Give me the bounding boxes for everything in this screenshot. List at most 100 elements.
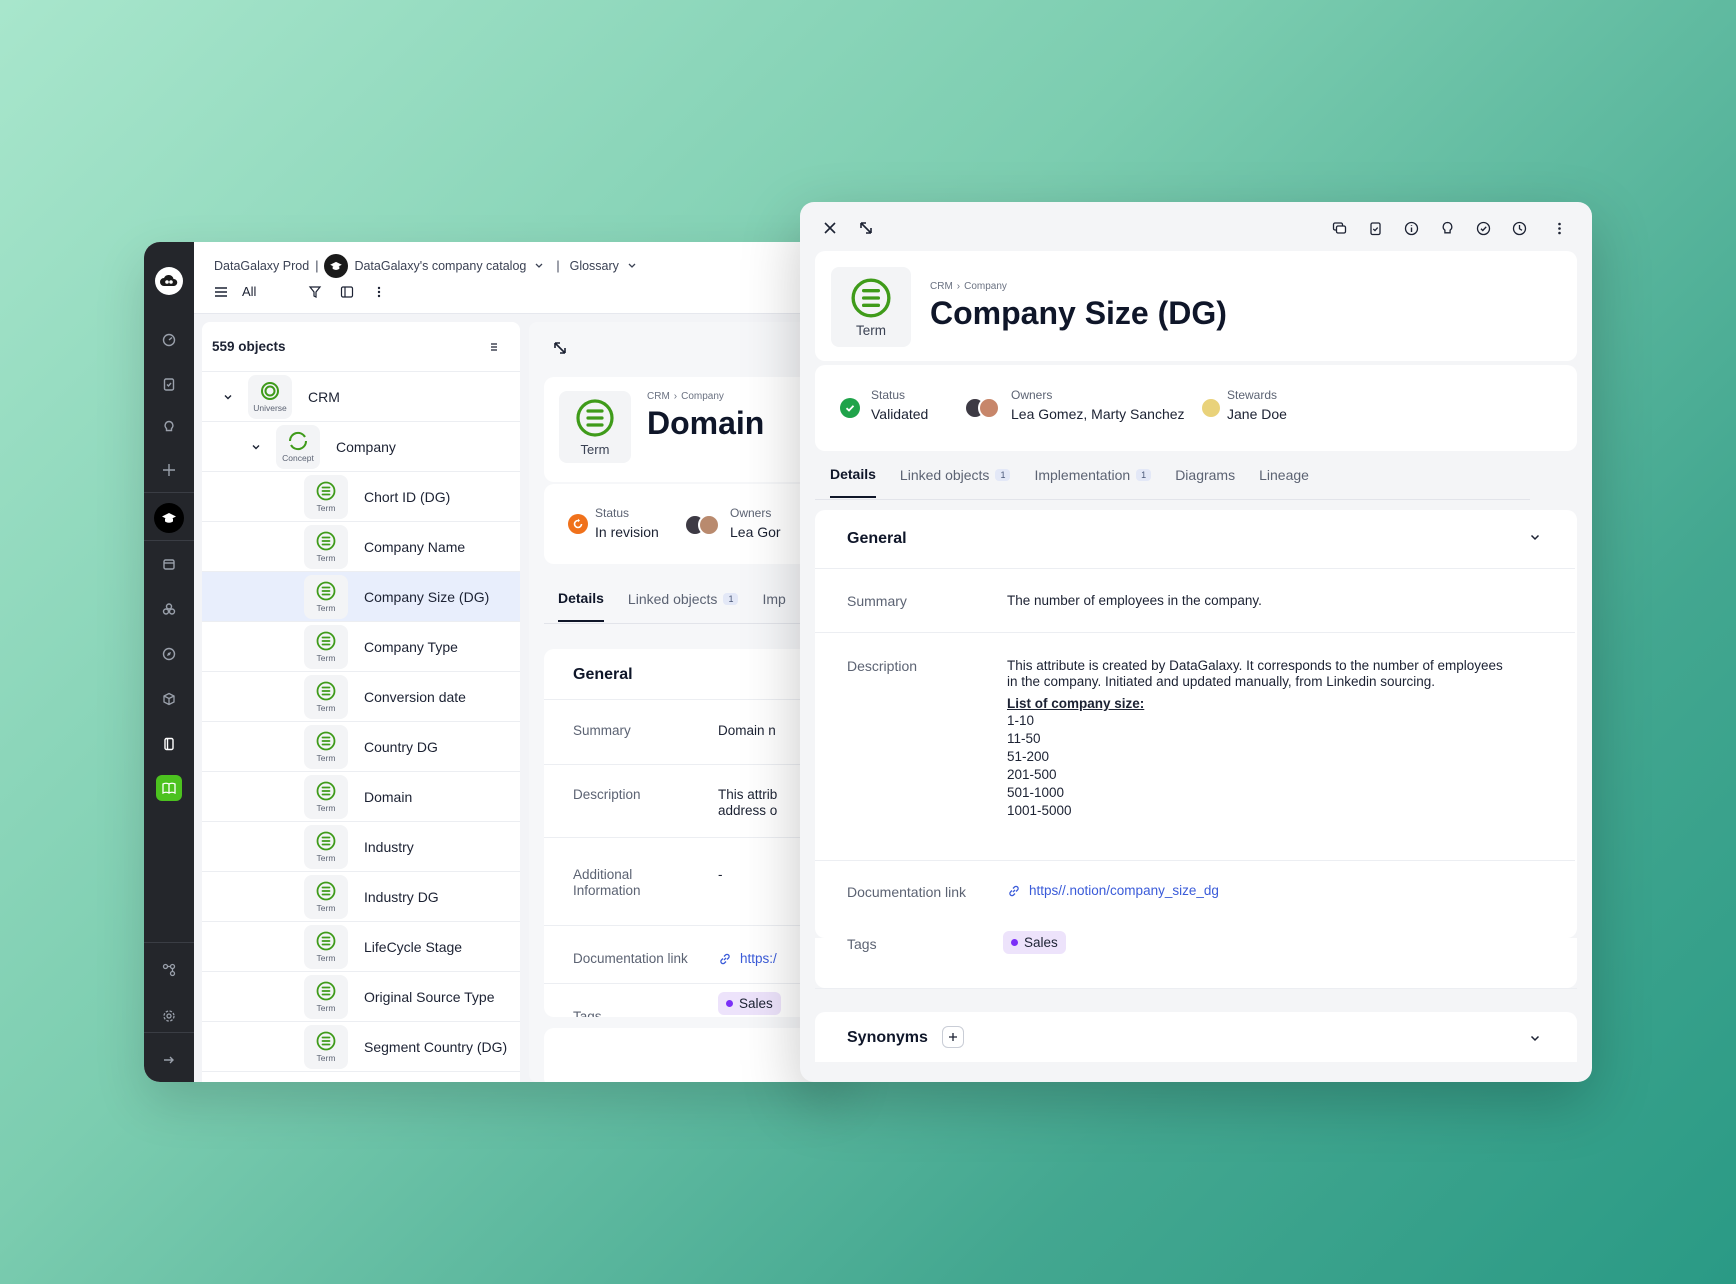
tab-details[interactable]: Details — [558, 590, 604, 622]
chevron-down-icon[interactable] — [250, 441, 262, 453]
logo-icon[interactable] — [155, 267, 183, 295]
doc-link[interactable]: https:/ — [718, 951, 777, 966]
description-value: This attrib address o — [718, 787, 777, 819]
check-icon[interactable] — [1471, 216, 1495, 240]
breadcrumb-company[interactable]: Company — [964, 281, 1007, 292]
page-title: Company Size (DG) — [930, 295, 1227, 331]
tree-row-term[interactable]: Term Chort ID (DG) — [202, 472, 520, 522]
tab-implementation[interactable]: Implementation 1 — [1034, 466, 1152, 498]
module-name[interactable]: Glossary — [570, 259, 619, 273]
menu-icon[interactable] — [214, 286, 228, 298]
back-header-card: Term CRM › Company Domain — [544, 377, 844, 482]
tag-chip[interactable]: Sales — [1003, 931, 1066, 954]
breadcrumb-crm[interactable]: CRM — [647, 391, 670, 402]
field-label: Documentation link — [847, 884, 967, 900]
breadcrumb-separator: | — [556, 259, 560, 273]
expand-icon[interactable] — [854, 216, 878, 240]
book-icon[interactable] — [157, 732, 181, 756]
toolbar: All — [214, 284, 386, 299]
tree-row-term[interactable]: Term Company Size (DG) — [202, 572, 520, 622]
catalog-icon[interactable] — [157, 552, 181, 576]
back-window: DataGalaxy Prod | DataGalaxy's company c… — [144, 242, 844, 1082]
summary-value: Domain n — [718, 723, 776, 738]
owner-avatars — [684, 514, 720, 536]
suggestion-icon[interactable] — [1435, 216, 1459, 240]
link-icon — [1009, 885, 1019, 897]
tree-row-term[interactable]: Term Company Type — [202, 622, 520, 672]
chevron-down-icon[interactable] — [1528, 1031, 1542, 1045]
chevron-down-icon[interactable] — [1528, 530, 1542, 544]
info-icon[interactable] — [1399, 216, 1423, 240]
tree-row-term[interactable]: Term Conversion date — [202, 672, 520, 722]
connector-icon[interactable] — [157, 958, 181, 982]
tag-dot — [726, 1000, 733, 1007]
term-type-label: Term — [856, 322, 886, 338]
task-icon[interactable] — [1363, 216, 1387, 240]
more-vertical-icon[interactable] — [372, 285, 386, 299]
glossary-icon[interactable] — [154, 503, 184, 533]
tab-linked-objects[interactable]: Linked objects 1 — [900, 466, 1011, 498]
chevron-down-icon[interactable] — [532, 261, 546, 271]
chevron-down-icon[interactable] — [222, 391, 234, 403]
tab-lineage[interactable]: Lineage — [1259, 466, 1309, 498]
tree-row-term[interactable]: Term Original Source Type — [202, 972, 520, 1022]
owners-label: Owners — [1011, 388, 1053, 402]
usage-icon[interactable] — [157, 597, 181, 621]
expand-icon[interactable] — [552, 340, 568, 356]
tree-row-term[interactable]: Term Industry DG — [202, 872, 520, 922]
compass-icon[interactable] — [157, 642, 181, 666]
green-book-icon[interactable] — [156, 775, 182, 801]
doc-link-text[interactable]: https//.notion/company_size_dg — [1029, 883, 1219, 899]
add-synonym-button[interactable] — [942, 1026, 964, 1048]
sort-icon[interactable] — [488, 341, 500, 353]
tree-row-label: Segment Country (DG) — [364, 1038, 508, 1055]
back-general-card: General Summary Domain n Description Thi… — [544, 649, 844, 1017]
size-list-item: 501-1000 — [1007, 785, 1065, 800]
more-icon[interactable] — [1547, 216, 1571, 240]
term-type-tile: Term — [831, 267, 911, 347]
tree-row-universe[interactable]: Universe CRM — [202, 372, 520, 422]
breadcrumb-company[interactable]: Company — [681, 391, 724, 402]
clipboard-icon[interactable] — [157, 372, 181, 396]
panel-icon[interactable] — [340, 285, 354, 299]
filter-icon[interactable] — [308, 285, 322, 299]
term-icon — [316, 681, 336, 700]
dashboard-icon[interactable] — [157, 328, 181, 352]
tree-row-term[interactable]: Term Industry — [202, 822, 520, 872]
size-list: 1-10 11-50 51-200 201-500 501-1000 1001-5000 — [1007, 712, 1547, 820]
tab-diagrams[interactable]: Diagrams — [1175, 466, 1235, 498]
tree-row-concept[interactable]: Concept Company — [202, 422, 520, 472]
filter-all[interactable]: All — [242, 284, 256, 299]
tree-row-term[interactable]: Term Segment Country (DG) — [202, 1022, 520, 1072]
term-icon — [316, 781, 336, 800]
close-icon[interactable] — [818, 216, 842, 240]
tree-row-term[interactable]: Term Domain — [202, 772, 520, 822]
settings-icon[interactable] — [157, 1004, 181, 1028]
plus-icon[interactable] — [157, 458, 181, 482]
tab-bar: Details Linked objects 1 Implementation 1 Dia… — [830, 466, 1309, 498]
tab-linked-objects[interactable]: Linked objects 1 — [628, 590, 739, 622]
tab-imp[interactable]: Imp — [762, 590, 785, 622]
catalog-name[interactable]: DataGalaxy's company catalog — [354, 259, 526, 273]
tile-caption: Term — [316, 502, 336, 513]
tree-row-label: Company Size (DG) — [364, 588, 490, 605]
tab-details[interactable]: Details — [830, 466, 876, 498]
doc-link[interactable]: https//.notion/company_size_dg — [1007, 883, 1219, 899]
tree-row-label: Industry — [364, 838, 414, 855]
tree-row-term[interactable]: Term Company Name — [202, 522, 520, 572]
doc-link-text[interactable]: https:/ — [740, 951, 777, 966]
tree-row-term[interactable]: Term Country DG — [202, 722, 520, 772]
catalog-logo-icon — [324, 254, 349, 278]
tag-chip[interactable]: Sales — [718, 992, 781, 1015]
field-label: Additional Information — [573, 867, 641, 899]
workspace-name[interactable]: DataGalaxy Prod — [214, 259, 309, 273]
comment-icon[interactable] — [1327, 216, 1351, 240]
chevron-down-icon[interactable] — [625, 261, 639, 271]
lightbulb-icon[interactable] — [157, 415, 181, 439]
expand-arrow-icon[interactable] — [157, 1048, 181, 1072]
breadcrumb: CRM › Company — [647, 391, 724, 402]
history-icon[interactable] — [1507, 216, 1531, 240]
tree-row-term[interactable]: Term LifeCycle Stage — [202, 922, 520, 972]
breadcrumb-crm[interactable]: CRM — [930, 281, 953, 292]
cube-icon[interactable] — [157, 687, 181, 711]
